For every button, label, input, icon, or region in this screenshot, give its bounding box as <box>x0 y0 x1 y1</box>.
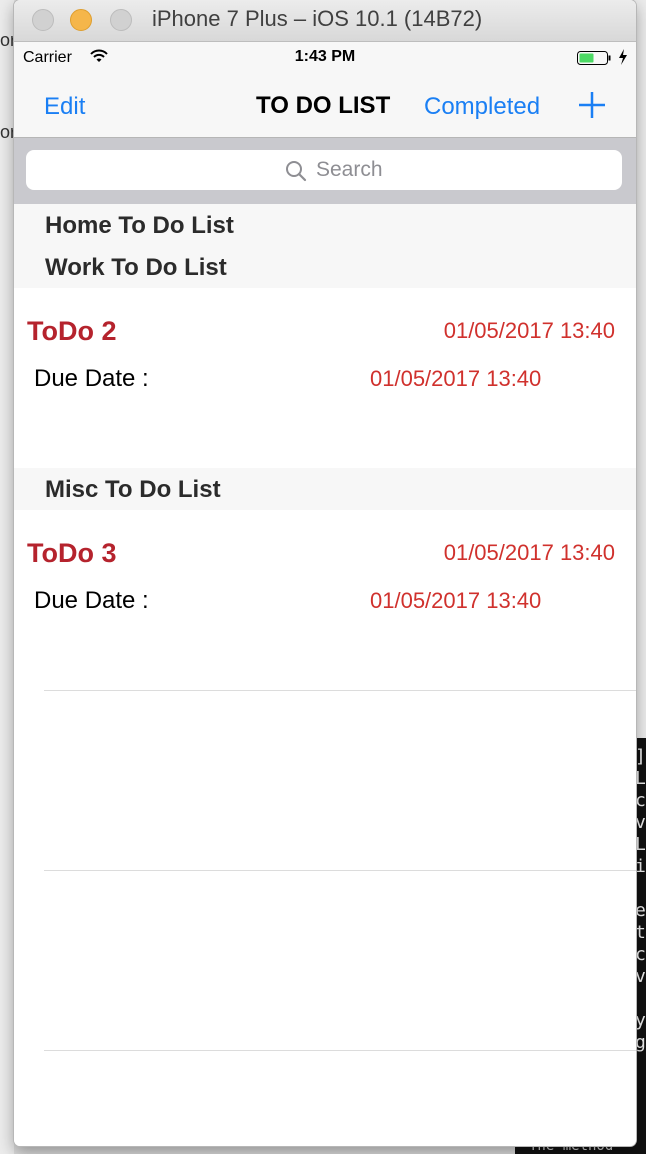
search-bar <box>14 138 636 204</box>
row-separator <box>44 1050 636 1051</box>
simulator-window: iPhone 7 Plus – iOS 10.1 (14B72) Carrier… <box>14 0 636 1146</box>
close-window-button[interactable] <box>32 9 54 31</box>
row-separator <box>44 870 636 871</box>
todo-title: ToDo 3 <box>27 538 117 568</box>
row-separator <box>44 690 636 691</box>
list-item[interactable]: ToDo 3 01/05/2017 13:40 Due Date : 01/05… <box>14 510 636 690</box>
zoom-window-button[interactable] <box>110 9 132 31</box>
page-title: TO DO LIST <box>256 92 391 119</box>
due-date-label: Due Date : <box>34 587 149 614</box>
battery-icon <box>577 51 611 65</box>
section-header-home: Home To Do List <box>14 204 636 246</box>
background-window-left: or or <box>0 0 16 1154</box>
terminal-text: ] L c v L i e t c v y g <box>635 746 646 1053</box>
due-date-label: Due Date : <box>34 365 149 392</box>
status-time: 1:43 PM <box>294 48 356 65</box>
window-title: iPhone 7 Plus – iOS 10.1 (14B72) <box>152 6 483 31</box>
search-icon <box>286 161 307 182</box>
status-bar: Carrier 1:43 PM <box>14 42 636 72</box>
device-screen: Carrier 1:43 PM Edit TO DO LIST Complete… <box>14 42 636 1146</box>
search-field-container[interactable] <box>26 150 622 190</box>
window-titlebar[interactable]: iPhone 7 Plus – iOS 10.1 (14B72) <box>14 0 636 42</box>
section-title: Work To Do List <box>45 254 227 281</box>
section-title: Home To Do List <box>45 212 234 239</box>
charging-bolt-icon <box>619 49 627 65</box>
due-date-value: 01/05/2017 13:40 <box>370 366 542 391</box>
completed-button[interactable]: Completed <box>424 93 540 121</box>
edit-button[interactable]: Edit <box>44 93 85 121</box>
plus-icon[interactable] <box>577 90 607 120</box>
due-date-value: 01/05/2017 13:40 <box>370 588 542 613</box>
section-header-misc: Misc To Do List <box>14 468 636 510</box>
search-input[interactable] <box>316 156 516 184</box>
minimize-window-button[interactable] <box>70 9 92 31</box>
list-item[interactable]: ToDo 2 01/05/2017 13:40 Due Date : 01/05… <box>14 288 636 468</box>
todo-title: ToDo 2 <box>27 316 117 346</box>
navigation-bar: Edit TO DO LIST Completed <box>14 72 636 138</box>
todo-date: 01/05/2017 13:40 <box>443 540 615 565</box>
todo-date: 01/05/2017 13:40 <box>443 318 615 343</box>
section-title: Misc To Do List <box>45 476 221 503</box>
section-header-work: Work To Do List <box>14 246 636 288</box>
